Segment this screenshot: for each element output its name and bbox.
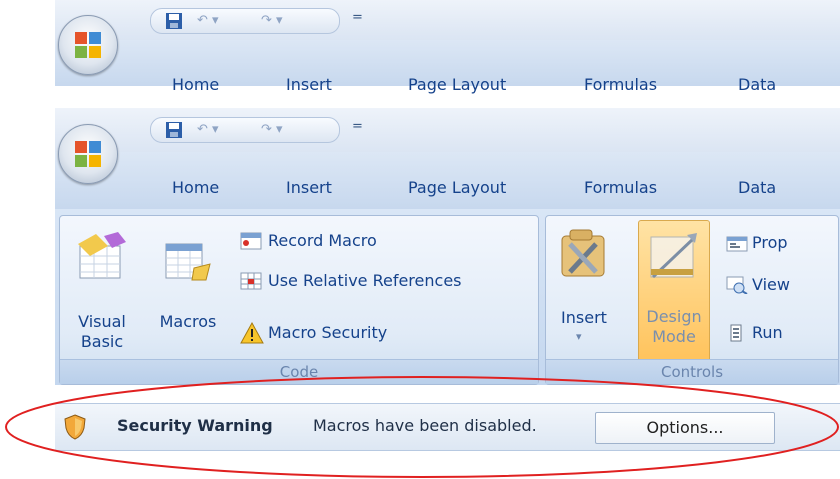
annotation-ellipse <box>5 376 839 478</box>
